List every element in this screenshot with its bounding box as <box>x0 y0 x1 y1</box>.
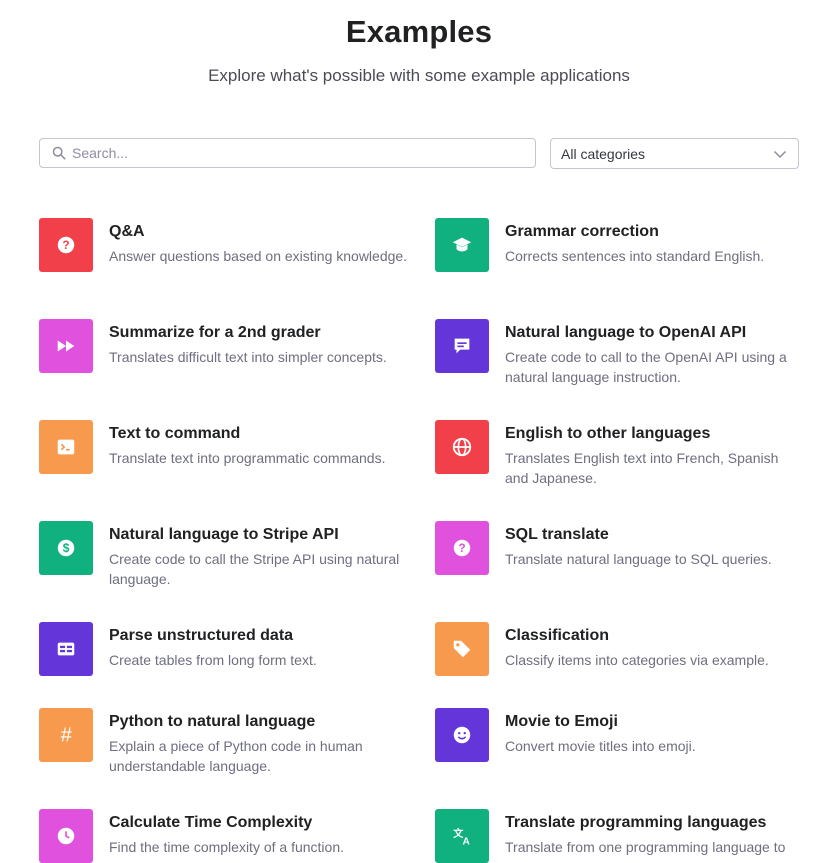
dollar-icon: $ <box>39 521 93 575</box>
chevron-down-icon <box>773 149 787 159</box>
terminal-icon <box>39 420 93 474</box>
example-title: Translate programming languages <box>505 814 767 831</box>
example-description: Explain a piece of Python code in human … <box>109 738 363 774</box>
search-icon <box>52 146 66 160</box>
search-box[interactable] <box>39 138 536 168</box>
example-description: Translates difficult text into simpler c… <box>109 349 387 365</box>
example-card[interactable]: English to other languages Translates Eng… <box>435 420 805 488</box>
svg-text:?: ? <box>62 238 69 252</box>
example-title: Movie to Emoji <box>505 713 618 730</box>
example-card[interactable]: Classification Classify items into catego… <box>435 622 805 676</box>
example-description: Convert movie titles into emoji. <box>505 738 696 754</box>
svg-text:$: $ <box>63 541 70 555</box>
svg-text:#: # <box>60 724 72 746</box>
example-description: Translate text into programmatic command… <box>109 450 386 466</box>
example-title: Calculate Time Complexity <box>109 814 313 831</box>
example-title: Natural language to OpenAI API <box>505 324 747 341</box>
example-card[interactable]: Movie to Emoji Convert movie titles into … <box>435 708 805 762</box>
example-card[interactable]: Grammar correction Corrects sentences int… <box>435 218 805 272</box>
example-title: Summarize for a 2nd grader <box>109 324 321 341</box>
page-title: Examples <box>345 14 493 49</box>
example-card[interactable]: Calculate Time Complexity Find the time c… <box>39 809 409 863</box>
chat-icon <box>435 319 489 373</box>
question-icon: ? <box>39 218 93 272</box>
example-description: Translate from one programming language … <box>505 839 786 855</box>
globe-icon <box>435 420 489 474</box>
search-input[interactable] <box>72 145 535 161</box>
hash-icon: # <box>39 708 93 762</box>
translate-icon: 文A <box>435 809 489 863</box>
example-title: English to other languages <box>505 425 711 442</box>
example-card[interactable]: Summarize for a 2nd grader Translates dif… <box>39 319 409 373</box>
example-card[interactable]: 文 A Translate programming languages Transla… <box>435 809 805 863</box>
category-select-value: All categories <box>561 145 646 162</box>
example-title: Natural language to Stripe API <box>109 526 339 543</box>
example-card[interactable]: # Python to natural language Explain a pie… <box>39 708 409 776</box>
example-title: Parse unstructured data <box>109 627 294 644</box>
example-card[interactable]: $ Natural language to Stripe API Create co… <box>39 521 409 589</box>
example-description: Create code to call the Stripe API using… <box>109 551 400 587</box>
graduation-cap-icon <box>435 218 489 272</box>
example-description: Corrects sentences into standard English… <box>505 248 765 264</box>
example-title: Text to command <box>109 425 241 442</box>
example-card[interactable]: Parse unstructured data Create tables fro… <box>39 622 409 676</box>
example-description: Create tables from long form text. <box>109 652 317 668</box>
example-title: Classification <box>505 627 610 644</box>
page-subtitle: Explore what's possible with some exampl… <box>208 66 630 85</box>
smiley-icon <box>435 708 489 762</box>
example-title: Python to natural language <box>109 713 316 730</box>
example-title: SQL translate <box>505 526 609 543</box>
fast-forward-icon <box>39 319 93 373</box>
svg-text:?: ? <box>458 541 465 555</box>
example-description: Create code to call to the OpenAI API us… <box>505 349 787 385</box>
table-icon <box>39 622 93 676</box>
example-card[interactable]: Text to command Translate text into progr… <box>39 420 409 474</box>
example-card[interactable]: ? SQL translate Translate natural language… <box>435 521 805 575</box>
example-description: Find the time complexity of a function. <box>109 839 344 855</box>
svg-text:A: A <box>462 836 470 847</box>
clock-icon <box>39 809 93 863</box>
example-card[interactable]: Natural language to OpenAI API Create cod… <box>435 319 805 387</box>
category-select[interactable]: All categories <box>550 138 799 169</box>
example-title: Q&A <box>109 223 145 240</box>
question-icon: ? <box>435 521 489 575</box>
tag-icon <box>435 622 489 676</box>
example-card[interactable]: ? Q&A Answer questions based on existing k… <box>39 218 409 272</box>
example-description: Translates English text into French, Spa… <box>505 450 779 486</box>
example-title: Grammar correction <box>505 223 659 240</box>
example-description: Answer questions based on existing knowl… <box>109 248 408 264</box>
example-description: Classify items into categories via examp… <box>505 652 769 668</box>
example-description: Translate natural language to SQL querie… <box>505 551 772 567</box>
